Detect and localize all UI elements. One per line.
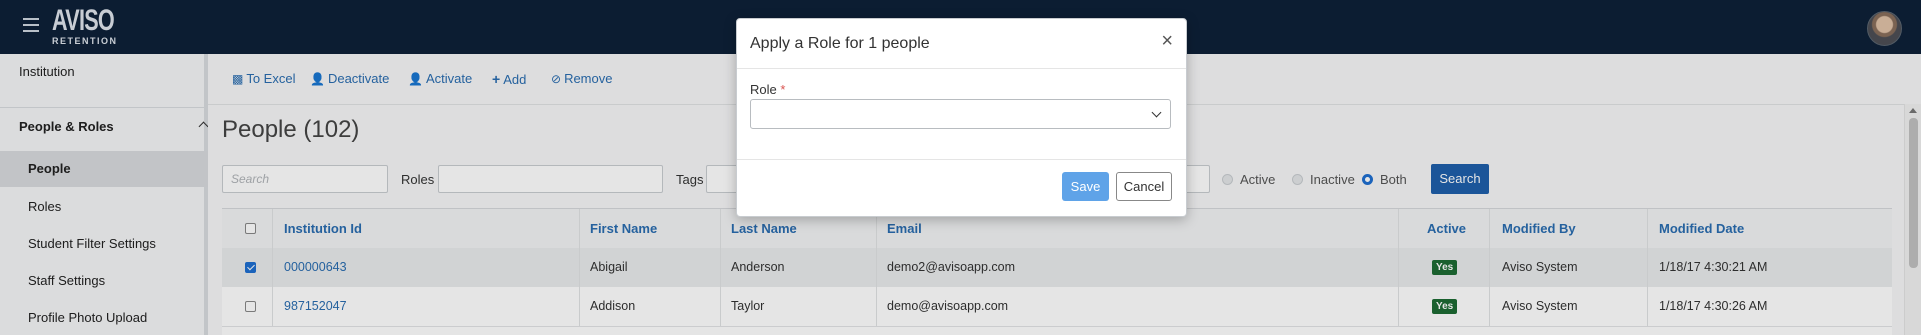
role-label-text: Role bbox=[750, 82, 777, 97]
role-field-label: Role * bbox=[750, 82, 785, 97]
close-icon[interactable]: × bbox=[1161, 31, 1173, 51]
dialog-title: Apply a Role for 1 people bbox=[750, 35, 930, 52]
role-select[interactable] bbox=[750, 99, 1171, 129]
apply-role-dialog: Apply a Role for 1 people × Role * Save … bbox=[736, 18, 1187, 217]
dialog-footer-divider bbox=[737, 159, 1186, 160]
save-button[interactable]: Save bbox=[1062, 172, 1109, 201]
cancel-button[interactable]: Cancel bbox=[1116, 172, 1172, 201]
chevron-down-icon bbox=[1151, 107, 1162, 118]
dialog-header-divider bbox=[737, 68, 1186, 69]
required-marker: * bbox=[780, 82, 786, 97]
